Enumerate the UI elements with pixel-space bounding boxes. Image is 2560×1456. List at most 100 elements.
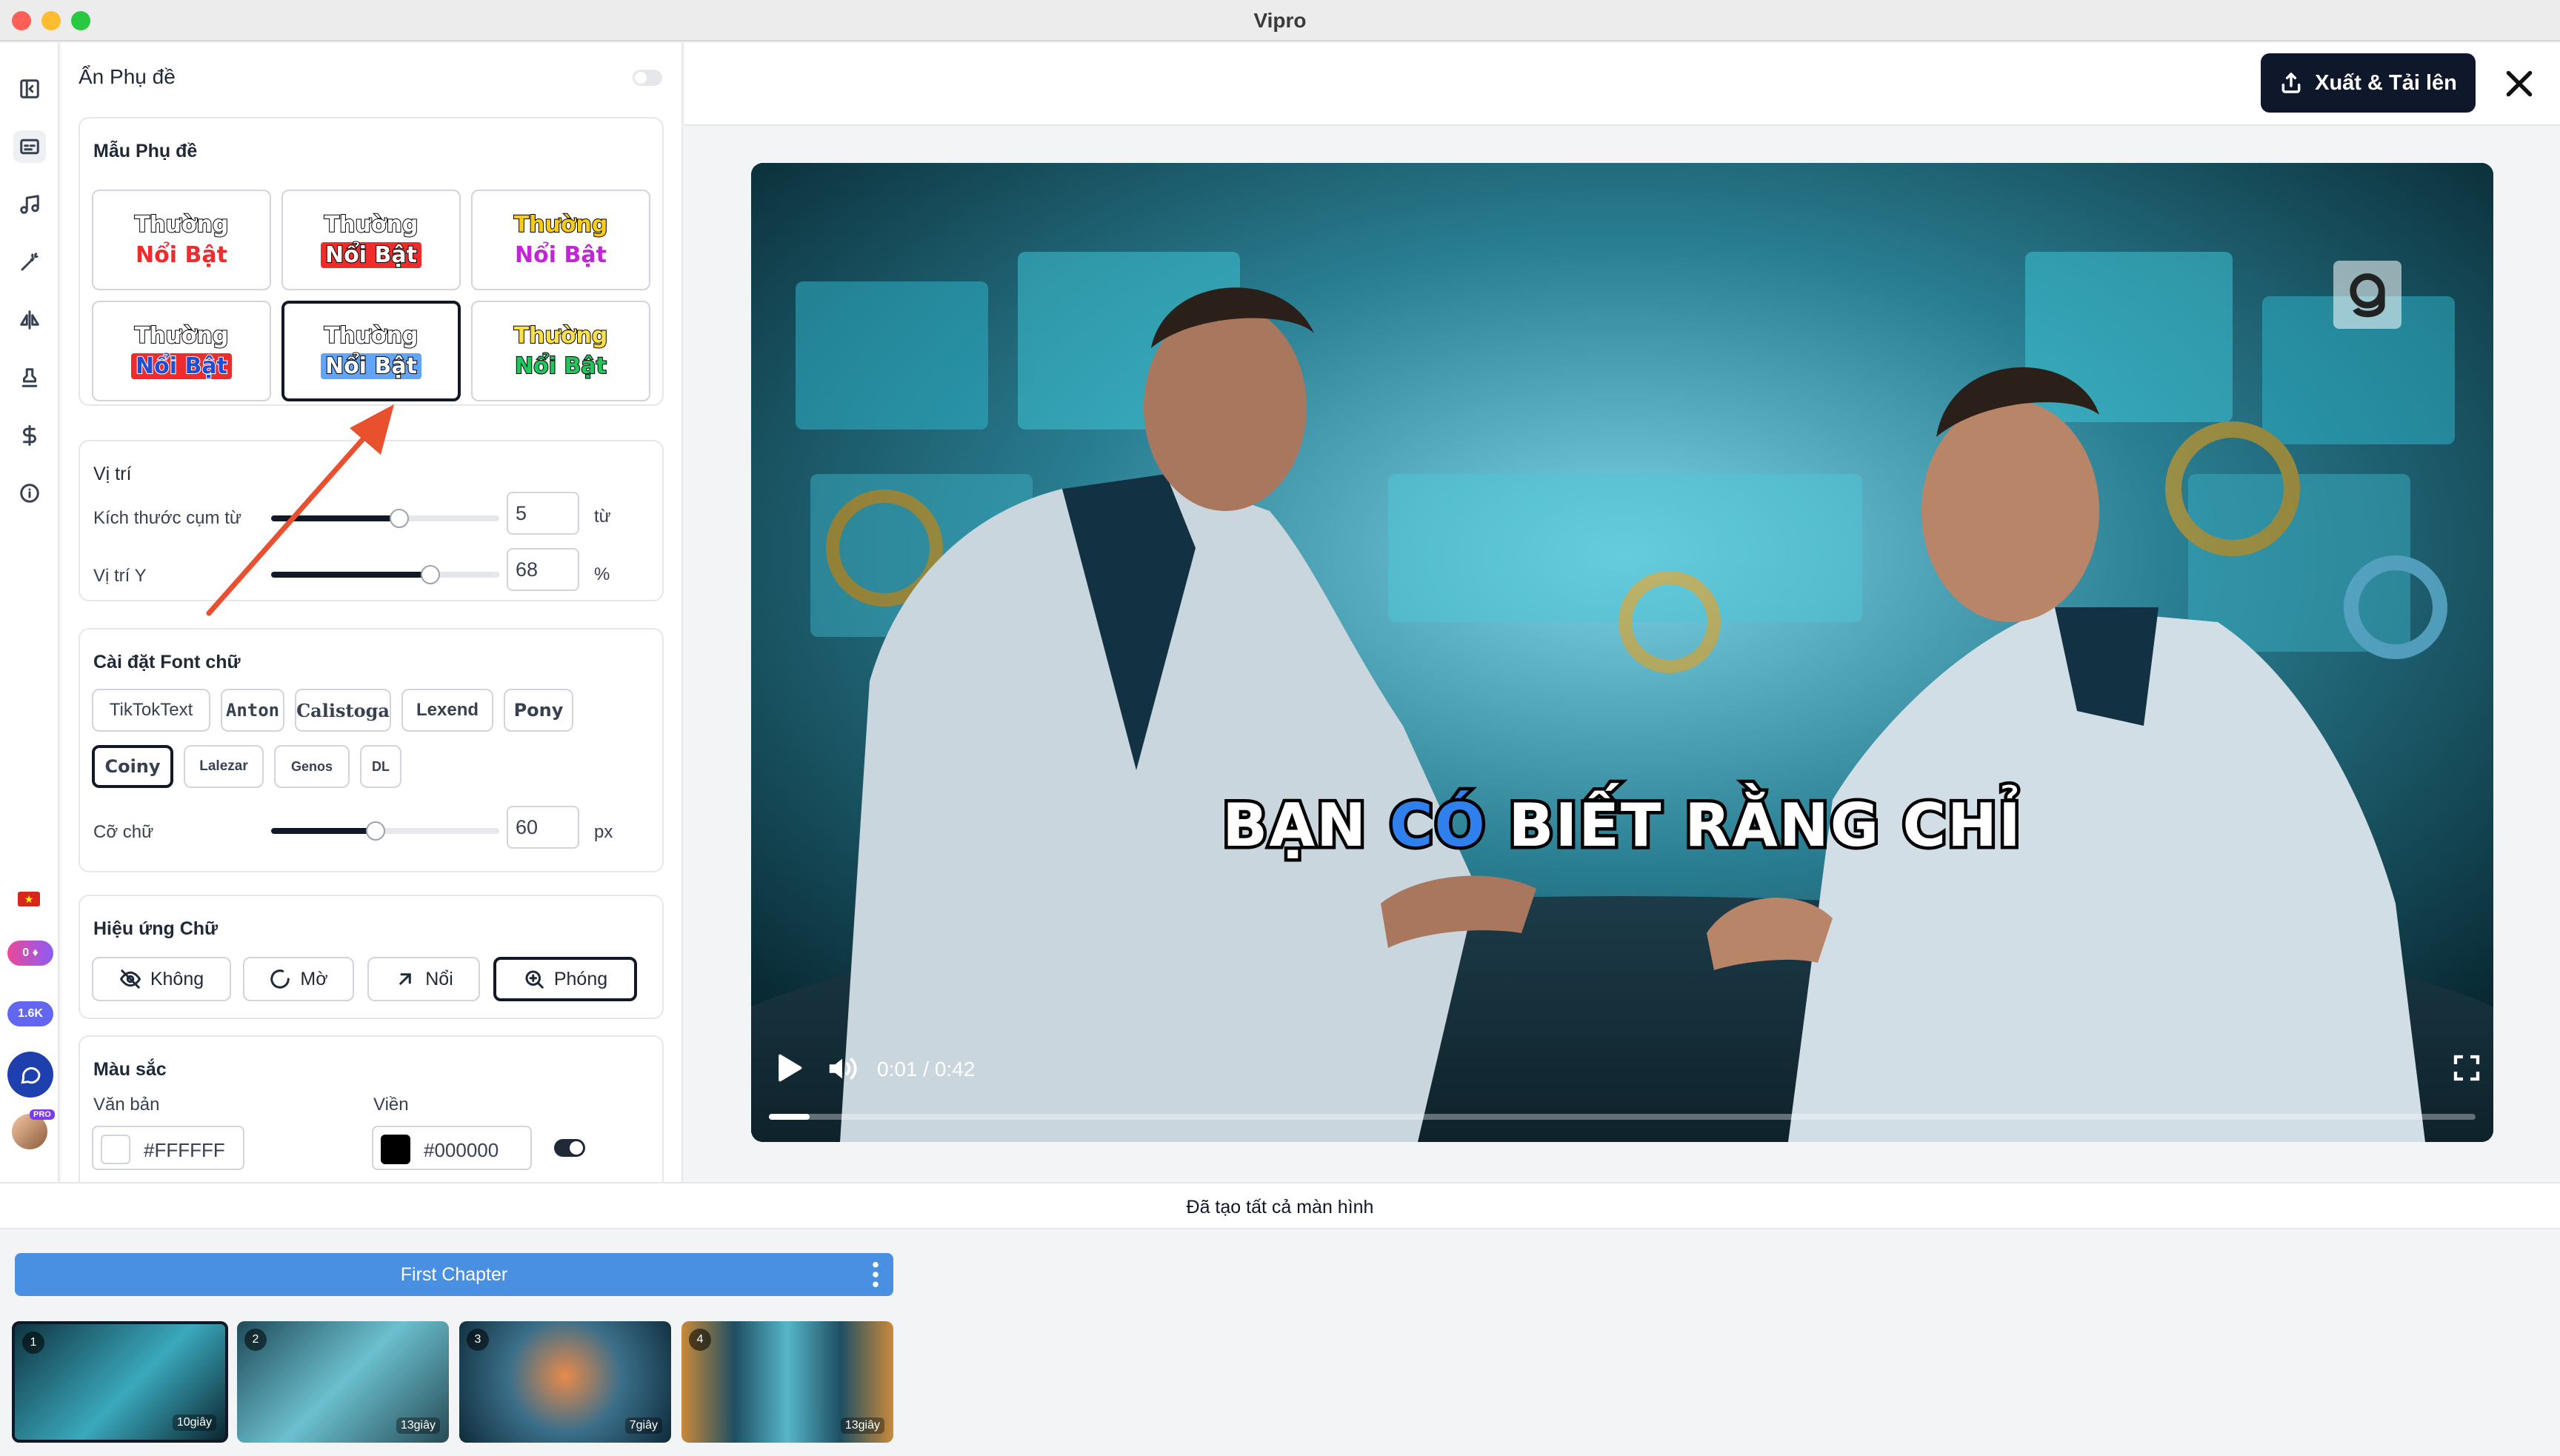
font-size-label: Cỡ chữ <box>93 822 154 842</box>
font-size-slider-handle[interactable] <box>366 821 385 841</box>
scene-thumbnail-2[interactable]: 2 13giây <box>237 1321 449 1443</box>
status-text: Đã tạo tất cả màn hình <box>1186 1197 1374 1218</box>
y-position-input[interactable]: 68 <box>507 548 579 591</box>
subtitle-word-highlighted: CÓ <box>1386 788 1488 864</box>
video-progress-bar[interactable] <box>769 1114 2476 1120</box>
music-icon[interactable] <box>13 188 46 221</box>
subtitles-icon[interactable] <box>13 130 46 163</box>
effect-none-button[interactable]: Không <box>92 957 231 1001</box>
effect-float-label: Nổi <box>425 968 453 989</box>
font-section-title: Cài đặt Font chữ <box>93 652 241 672</box>
collapse-sidebar-icon[interactable] <box>13 73 46 105</box>
effect-fade-label: Mờ <box>300 968 328 989</box>
template-option-2[interactable]: Thường Nổi Bật <box>281 190 461 290</box>
font-size-input[interactable]: 60 <box>507 806 579 849</box>
template-option-1[interactable]: Thường Nổi Bật <box>92 190 271 290</box>
text-color-label: Văn bản <box>93 1095 160 1115</box>
hide-subtitle-label: Ẩn Phụ đề <box>79 65 176 88</box>
info-icon[interactable] <box>13 477 46 510</box>
subtitle-word: BẠN <box>1219 788 1370 864</box>
play-icon[interactable] <box>772 1052 804 1084</box>
more-options-icon[interactable] <box>871 1260 880 1289</box>
font-size-slider[interactable] <box>271 821 499 841</box>
font-size-unit: px <box>594 822 613 842</box>
effect-none-label: Không <box>150 968 204 989</box>
template-line2: Nổi Bật <box>515 242 607 268</box>
video-time: 0:01 / 0:42 <box>877 1058 976 1081</box>
phrase-size-input[interactable]: 5 <box>507 492 579 535</box>
volume-icon[interactable] <box>825 1052 859 1086</box>
outline-toggle[interactable] <box>554 1139 585 1157</box>
scene-thumbnail-4[interactable]: 4 13giây <box>681 1321 893 1443</box>
zoom-in-icon <box>525 970 544 989</box>
font-option-anton[interactable]: Anton <box>221 689 284 732</box>
template-line1: Thường <box>513 322 609 350</box>
font-option-tiktoktext[interactable]: TikTokText <box>92 689 210 732</box>
y-position-unit: % <box>594 564 610 584</box>
template-line1: Thường <box>134 211 230 238</box>
template-option-4[interactable]: Thường Nổi Bật <box>92 301 271 401</box>
export-upload-label: Xuất & Tải lên <box>2315 70 2457 95</box>
template-line2: Nổi Bật <box>321 241 421 269</box>
chat-button[interactable] <box>7 1052 53 1098</box>
outline-color-swatch[interactable] <box>381 1135 410 1164</box>
text-color-value: #FFFFFF <box>144 1139 225 1161</box>
template-line1: Thường <box>134 322 230 350</box>
outline-color-field[interactable]: #000000 <box>372 1126 532 1170</box>
scene-duration: 13giây <box>840 1417 884 1434</box>
hide-subtitle-toggle[interactable] <box>633 70 662 86</box>
y-position-slider-handle[interactable] <box>421 565 440 584</box>
timeline: First Chapter 1 10giây 2 13giây 3 7giây … <box>0 1229 2560 1456</box>
text-color-swatch[interactable] <box>101 1135 130 1164</box>
subtitle-word: CHỈ <box>1899 788 2024 864</box>
font-option-lexend[interactable]: Lexend <box>401 689 493 732</box>
close-icon[interactable] <box>2501 65 2538 102</box>
scene-number: 4 <box>689 1329 711 1351</box>
vietnam-flag-icon[interactable]: ★ <box>18 892 40 906</box>
scene-thumbnail-3[interactable]: 3 7giây <box>459 1321 671 1443</box>
credits-count: 1.6K <box>18 1007 43 1020</box>
font-section: Cài đặt Font chữ TikTokText Anton Calist… <box>79 628 664 872</box>
dollar-icon[interactable] <box>13 419 46 452</box>
text-effects-section: Hiệu ứng Chữ Không Mờ Nổi Phóng <box>79 895 664 1019</box>
scene-number: 2 <box>244 1329 267 1351</box>
template-line2: Nổi Bật <box>321 353 421 380</box>
magic-wand-icon[interactable] <box>13 246 46 278</box>
scene-duration: 13giây <box>396 1417 440 1434</box>
export-upload-button[interactable]: Xuất & Tải lên <box>2261 53 2476 113</box>
effect-fade-button[interactable]: Mờ <box>243 957 354 1001</box>
gems-count: 0 <box>22 946 30 959</box>
video-progress-fill <box>769 1114 810 1120</box>
eye-off-icon <box>119 969 141 989</box>
effect-float-button[interactable]: Nổi <box>367 957 480 1001</box>
colors-section-title: Màu sắc <box>93 1059 167 1080</box>
watermark-logo <box>2333 261 2401 329</box>
video-preview[interactable]: BẠN CÓ BIẾT RẰNG CHỈ 0:01 / 0:42 <box>751 163 2493 1142</box>
subtitle-settings-panel: Ẩn Phụ đề Mẫu Phụ đề Thường Nổi Bật Thườ… <box>61 43 683 1182</box>
font-option-lalezar[interactable]: Lalezar <box>184 745 264 788</box>
outline-color-label: Viền <box>373 1095 409 1115</box>
font-option-coiny[interactable]: Coiny <box>92 745 173 788</box>
template-option-5[interactable]: Thường Nổi Bật <box>281 301 461 401</box>
effect-zoom-button[interactable]: Phóng <box>493 957 637 1001</box>
scene-thumbnail-1[interactable]: 1 10giây <box>12 1321 228 1443</box>
font-option-dl[interactable]: DL <box>360 745 401 788</box>
template-option-6[interactable]: Thường Nổi Bật <box>471 301 650 401</box>
font-option-pony[interactable]: Pony <box>504 689 573 732</box>
annotation-arrow-icon <box>206 404 394 616</box>
font-option-genos[interactable]: Genos <box>274 745 350 788</box>
scene-number: 1 <box>22 1332 44 1354</box>
template-line1: Thường <box>513 211 609 238</box>
fullscreen-icon[interactable] <box>2452 1053 2481 1083</box>
credits-badge[interactable]: 1.6K <box>7 1001 53 1026</box>
template-option-3[interactable]: Thường Nổi Bật <box>471 190 650 290</box>
gem-icon: ♦ <box>32 946 39 959</box>
outline-color-value: #000000 <box>424 1139 499 1161</box>
chapter-bar[interactable]: First Chapter <box>15 1253 893 1296</box>
colors-section: Màu sắc Văn bản #FFFFFF Viền #000000 <box>79 1035 664 1182</box>
gems-badge[interactable]: 0 ♦ <box>7 941 53 966</box>
flip-icon[interactable] <box>13 304 46 336</box>
font-option-calistoga[interactable]: Calistoga <box>295 689 391 732</box>
text-color-field[interactable]: #FFFFFF <box>92 1126 244 1170</box>
stamp-icon[interactable] <box>13 361 46 394</box>
